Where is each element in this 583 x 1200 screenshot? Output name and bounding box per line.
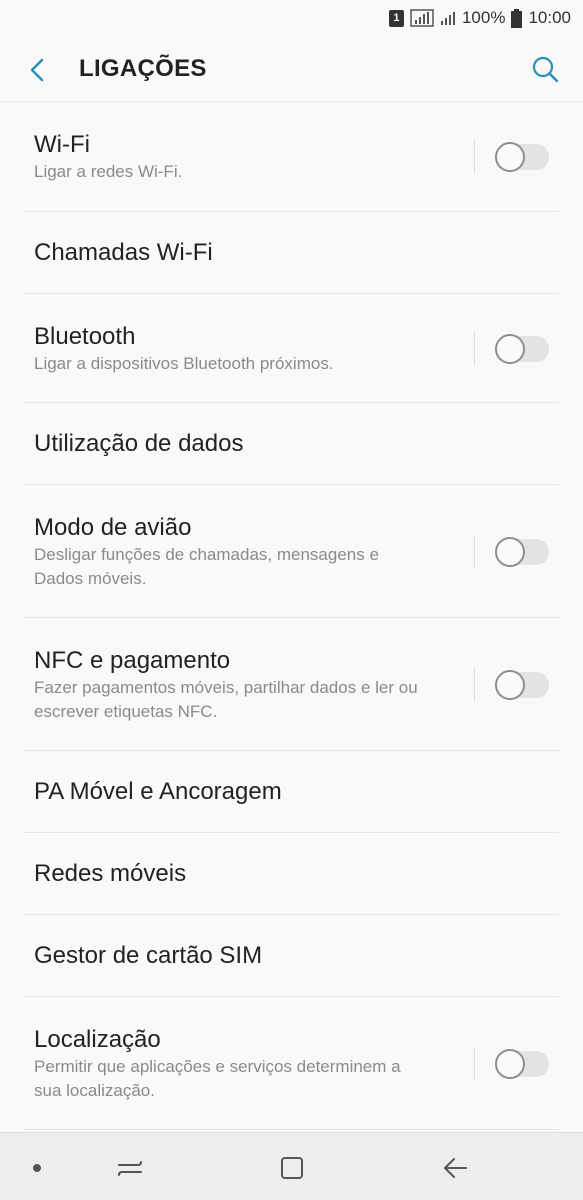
nav-back-button[interactable]	[438, 1151, 472, 1185]
item-title: Utilização de dados	[34, 430, 244, 457]
signal-strength-icon	[410, 9, 434, 27]
page-title: LIGAÇÕES	[79, 55, 207, 82]
item-subtitle: Permitir que aplicações e serviços deter…	[34, 1056, 401, 1100]
settings-list: Wi-Fi Ligar a redes Wi-Fi. Chamadas Wi-F…	[0, 102, 583, 1130]
item-title: PA Móvel e Ancoragem	[34, 778, 282, 805]
item-title: Localização	[34, 1025, 161, 1053]
search-button[interactable]	[529, 53, 561, 85]
item-title: Redes móveis	[34, 860, 187, 887]
battery-icon	[511, 8, 523, 28]
item-title: Modo de avião	[34, 513, 192, 541]
toggle-wrap	[474, 667, 549, 702]
item-title: Gestor de cartão SIM	[34, 942, 263, 969]
divider	[474, 534, 475, 569]
navigation-bar	[0, 1132, 583, 1200]
item-title: Wi-Fi	[34, 131, 90, 158]
location-toggle[interactable]	[495, 1048, 549, 1079]
item-title: Chamadas Wi-Fi	[34, 239, 213, 266]
list-item-nfc[interactable]: NFC e pagamento Fazer pagamentos móveis,…	[0, 618, 583, 751]
item-title: NFC e pagamento	[34, 646, 231, 674]
list-item-airplane-mode[interactable]: Modo de avião Desligar funções de chamad…	[0, 485, 583, 618]
back-button[interactable]	[22, 54, 54, 86]
recents-button[interactable]	[113, 1151, 147, 1185]
divider	[474, 140, 475, 174]
item-subtitle: Desligar funções de chamadas, mensagens …	[34, 544, 379, 588]
toggle-wrap	[474, 331, 549, 366]
list-item-data-usage[interactable]: Utilização de dados	[0, 403, 583, 485]
divider	[474, 331, 475, 366]
item-subtitle: Fazer pagamentos móveis, partilhar dados…	[34, 677, 418, 721]
status-bar: 1 100% 10:00	[0, 0, 583, 36]
list-item-mobile-networks[interactable]: Redes móveis	[0, 833, 583, 915]
app-header: LIGAÇÕES	[0, 36, 583, 102]
item-subtitle: Ligar a dispositivos Bluetooth próximos.	[34, 353, 334, 373]
toggle-knob	[495, 333, 525, 364]
back-icon	[444, 1158, 467, 1178]
list-item-wifi[interactable]: Wi-Fi Ligar a redes Wi-Fi.	[0, 102, 583, 212]
toggle-knob	[495, 142, 525, 172]
list-item-bluetooth[interactable]: Bluetooth Ligar a dispositivos Bluetooth…	[0, 294, 583, 403]
divider	[474, 1046, 475, 1081]
recents-icon	[118, 1161, 142, 1176]
item-subtitle: Ligar a redes Wi-Fi.	[34, 162, 183, 181]
sim-slot-badge: 1	[388, 9, 404, 27]
airplane-mode-toggle[interactable]	[495, 536, 549, 567]
item-title: Bluetooth	[34, 322, 136, 350]
home-icon	[281, 1157, 303, 1179]
toggle-wrap	[474, 534, 549, 569]
back-arrow-icon	[30, 58, 44, 82]
list-item-sim-manager[interactable]: Gestor de cartão SIM	[0, 915, 583, 997]
toggle-knob	[495, 536, 525, 567]
search-icon	[532, 56, 559, 83]
toggle-wrap	[474, 1046, 549, 1081]
battery-percent: 100%	[461, 8, 506, 27]
toggle-knob	[495, 669, 525, 700]
list-item-wifi-calling[interactable]: Chamadas Wi-Fi	[0, 212, 583, 294]
wifi-toggle[interactable]	[495, 142, 549, 172]
nav-dot-button[interactable]	[20, 1151, 54, 1185]
dot-icon	[33, 1164, 41, 1172]
divider	[474, 667, 475, 702]
home-button[interactable]	[275, 1151, 309, 1185]
signal-bars-icon	[440, 12, 455, 25]
bluetooth-toggle[interactable]	[495, 333, 549, 364]
toggle-wrap	[474, 140, 549, 174]
toggle-knob	[495, 1048, 525, 1079]
list-item-hotspot[interactable]: PA Móvel e Ancoragem	[0, 751, 583, 833]
list-item-location[interactable]: Localização Permitir que aplicações e se…	[0, 997, 583, 1130]
nfc-toggle[interactable]	[495, 669, 549, 700]
clock: 10:00	[528, 8, 571, 27]
